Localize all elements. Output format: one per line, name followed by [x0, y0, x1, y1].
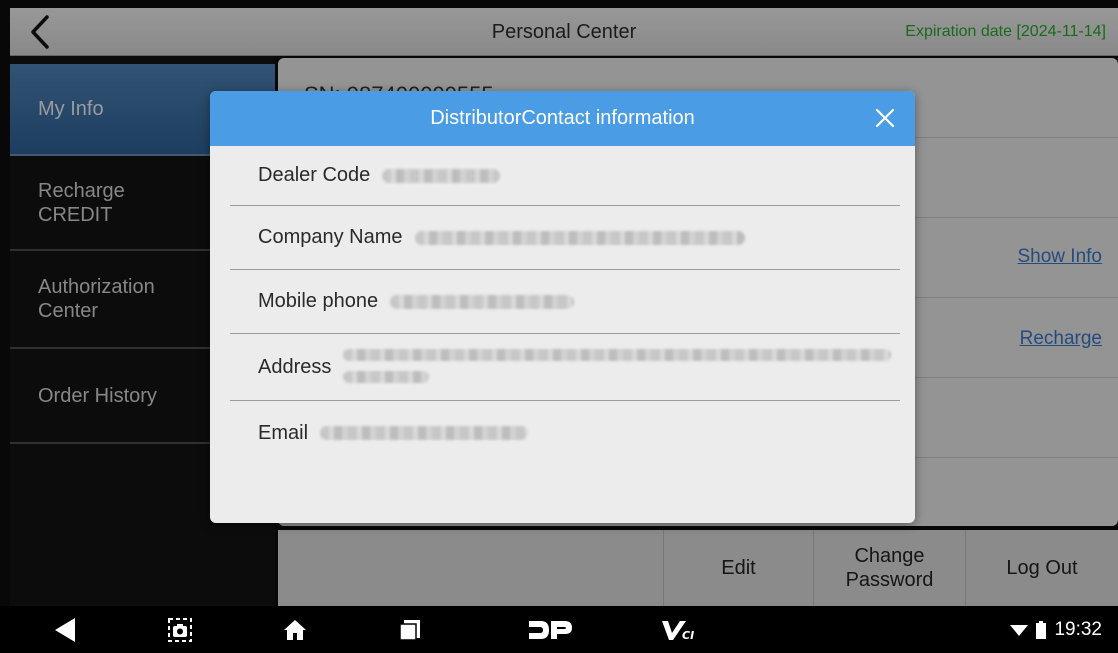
company-name-row: Company Name: [230, 206, 900, 270]
dp-logo-icon: [529, 620, 572, 639]
svg-text:CI: CI: [682, 629, 694, 642]
redacted-line: [343, 349, 892, 361]
system-nav-bar: CI 19:32: [0, 606, 1118, 653]
mobile-phone-label: Mobile phone: [258, 290, 379, 312]
dealer-code-label: Dealer Code: [258, 164, 371, 186]
close-icon: [875, 108, 895, 128]
redacted-line: [343, 371, 430, 383]
home-icon: [284, 619, 306, 640]
screenshot-icon: [168, 617, 192, 642]
mobile-phone-row: Mobile phone: [230, 270, 900, 334]
vci-button[interactable]: CI: [650, 606, 710, 653]
clock: 19:32: [1054, 618, 1102, 640]
redacted-value: [414, 230, 745, 245]
address-label: Address: [258, 355, 332, 378]
back-triangle-icon: [55, 617, 75, 642]
wifi-icon: [1010, 624, 1029, 636]
redacted-value: [390, 294, 575, 309]
modal-title: DistributorContact information: [430, 107, 695, 129]
nav-back-button[interactable]: [40, 606, 90, 653]
close-button[interactable]: [869, 102, 901, 134]
modal-header: DistributorContact information: [210, 91, 915, 146]
dealer-code-row: Dealer Code: [230, 146, 900, 206]
screenshot-button[interactable]: [155, 606, 205, 653]
recents-icon: [399, 619, 420, 641]
redacted-value: [320, 426, 529, 440]
email-row: Email: [230, 401, 900, 465]
status-area: 19:32: [1010, 606, 1102, 653]
recents-button[interactable]: [385, 606, 435, 653]
company-name-label: Company Name: [258, 226, 403, 248]
redacted-value: [343, 343, 900, 391]
home-button[interactable]: [270, 606, 320, 653]
vci-icon: CI: [662, 620, 694, 642]
address-row: Address: [230, 334, 900, 401]
battery-icon: [1036, 620, 1047, 639]
redacted-value: [382, 168, 501, 183]
email-label: Email: [258, 421, 309, 444]
dp-app-button[interactable]: [520, 606, 580, 653]
distributor-contact-modal: DistributorContact information Dealer Co…: [210, 91, 915, 523]
